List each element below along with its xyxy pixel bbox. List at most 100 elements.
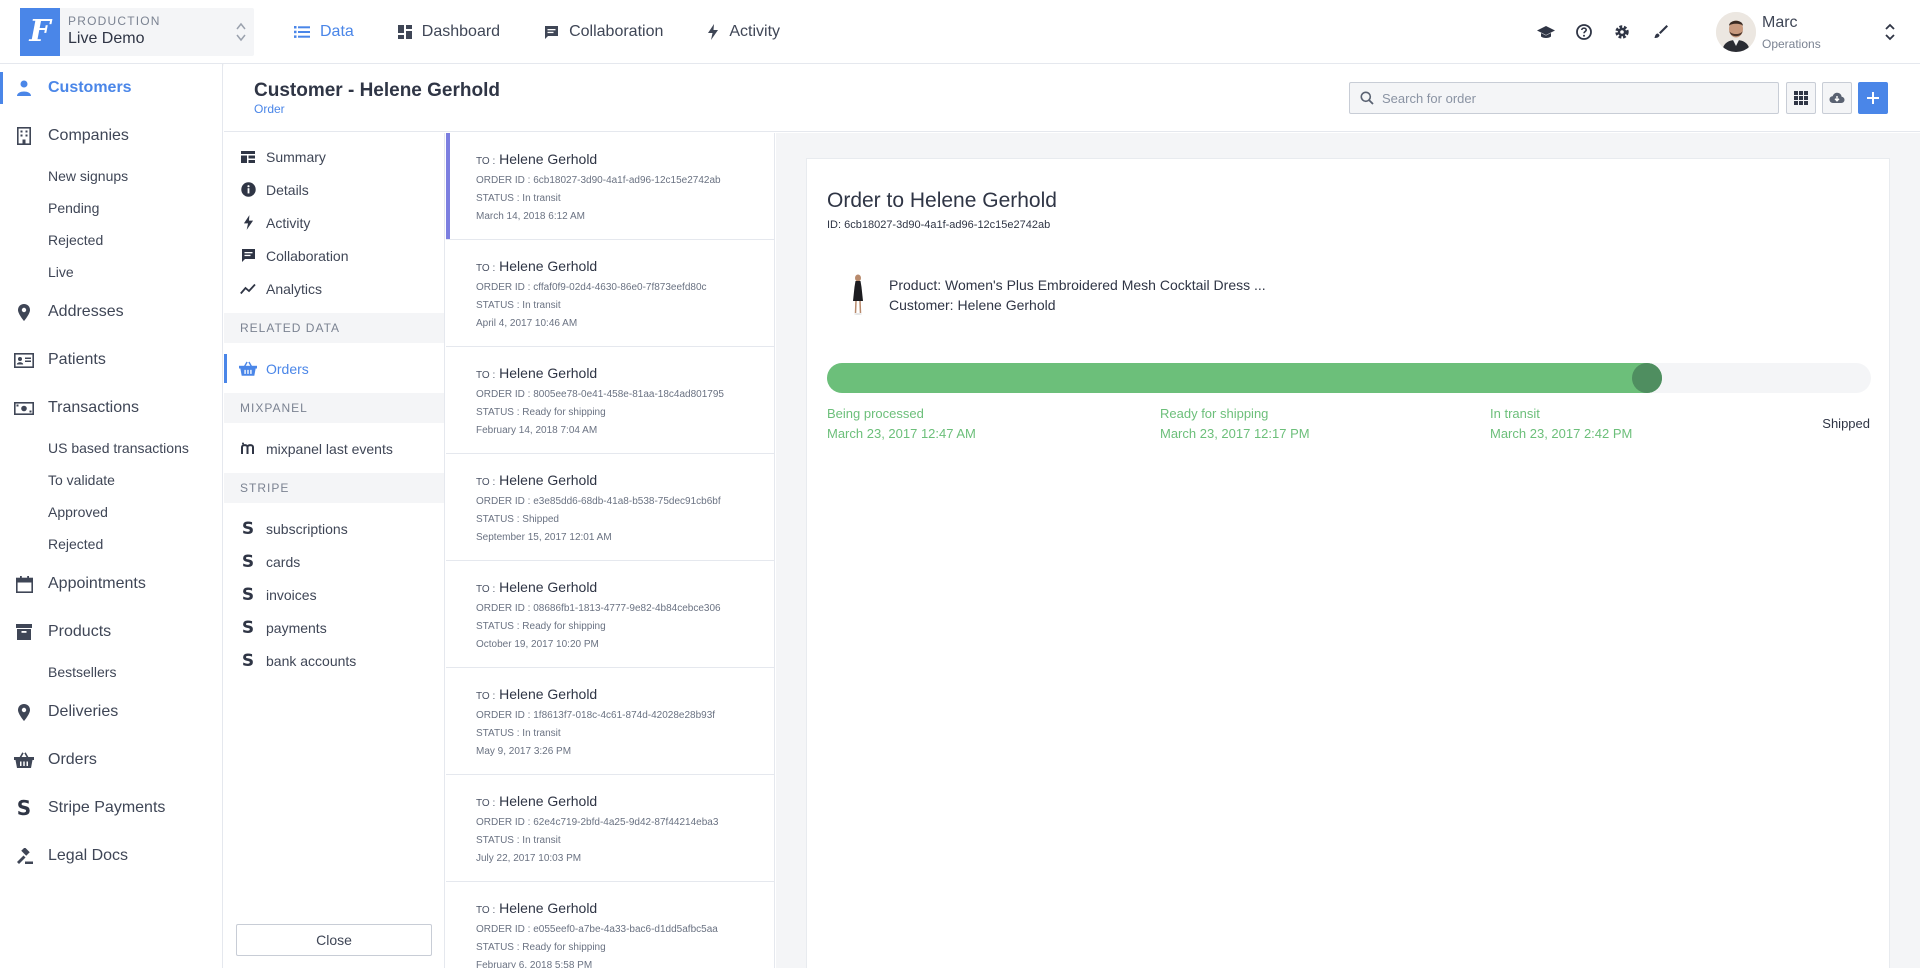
menu-item-cards[interactable]: S cards bbox=[224, 545, 444, 578]
sidebar-subitem-new-signups[interactable]: New signups bbox=[48, 168, 128, 184]
nav-dashboard[interactable]: Dashboard bbox=[397, 0, 500, 64]
nav-data-label: Data bbox=[320, 23, 354, 40]
add-order-button[interactable] bbox=[1858, 82, 1888, 114]
list-item[interactable]: TO : Helene Gerhold ORDER ID : 08686fb1-… bbox=[446, 561, 774, 668]
order-recipient: TO : Helene Gerhold bbox=[476, 793, 597, 809]
dashboard-icon bbox=[397, 25, 422, 39]
menu-item-details[interactable]: Details bbox=[224, 173, 444, 206]
order-recipient: TO : Helene Gerhold bbox=[476, 472, 597, 488]
project-environment: PRODUCTION bbox=[68, 14, 161, 28]
menu-item-activity[interactable]: Activity bbox=[224, 206, 444, 239]
sidebar-item-stripe-payments[interactable]: S Stripe Payments bbox=[0, 788, 222, 828]
section-stripe: STRIPE bbox=[224, 473, 444, 503]
order-status: STATUS : In transit bbox=[476, 728, 561, 739]
gear-icon[interactable] bbox=[1612, 22, 1632, 42]
sidebar-item-label: Transactions bbox=[48, 399, 139, 416]
recipient-name: Helene Gerhold bbox=[499, 793, 598, 809]
list-item[interactable]: TO : Helene Gerhold ORDER ID : 1f8613f7-… bbox=[446, 668, 774, 775]
sidebar-subitem-us-based-transactions[interactable]: US based transactions bbox=[48, 440, 189, 456]
order-date: February 6, 2018 5:58 PM bbox=[476, 960, 593, 968]
menu-item-payments[interactable]: S payments bbox=[224, 611, 444, 644]
step-label: In transit bbox=[1490, 406, 1540, 421]
download-button[interactable] bbox=[1822, 82, 1852, 114]
sort-arrows-icon bbox=[236, 20, 246, 44]
list-item[interactable]: TO : Helene Gerhold ORDER ID : e055eef0-… bbox=[446, 882, 774, 968]
page-header: Customer - Helene Gerhold Order bbox=[224, 64, 1920, 132]
recipient-name: Helene Gerhold bbox=[499, 900, 598, 916]
chat-icon bbox=[544, 25, 569, 40]
sidebar-item-label: Stripe Payments bbox=[48, 799, 166, 816]
trend-icon bbox=[224, 283, 266, 295]
brush-icon[interactable] bbox=[1650, 22, 1670, 42]
menu-item-subscriptions[interactable]: S subscriptions bbox=[224, 512, 444, 545]
order-list: TO : Helene Gerhold ORDER ID : 6cb18027-… bbox=[446, 133, 775, 968]
recipient-name: Helene Gerhold bbox=[499, 579, 598, 595]
sidebar-subitem-bestsellers[interactable]: Bestsellers bbox=[48, 664, 116, 680]
recipient-name: Helene Gerhold bbox=[499, 151, 598, 167]
basket-icon bbox=[0, 752, 48, 768]
nav-collaboration[interactable]: Collaboration bbox=[544, 0, 663, 64]
money-icon bbox=[0, 401, 48, 415]
menu-item-orders[interactable]: Orders bbox=[224, 352, 444, 385]
sidebar-subitem-rejected[interactable]: Rejected bbox=[48, 232, 103, 248]
to-label: TO : bbox=[476, 477, 496, 488]
graduation-cap-icon[interactable] bbox=[1536, 22, 1556, 42]
list-item[interactable]: TO : Helene Gerhold ORDER ID : 8005ee78-… bbox=[446, 347, 774, 454]
menu-item-mixpanel-events[interactable]: mixpanel last events bbox=[224, 432, 444, 465]
sidebar-subitem-live[interactable]: Live bbox=[48, 264, 74, 280]
user-menu[interactable]: Marc Operations bbox=[1716, 10, 1896, 54]
order-id: ORDER ID : 1f8613f7-018c-4c61-874d-42028… bbox=[476, 710, 716, 721]
grid-icon bbox=[1794, 91, 1808, 105]
list-item[interactable]: TO : Helene Gerhold ORDER ID : e3e85dd6-… bbox=[446, 454, 774, 561]
section-related-data: RELATED DATA bbox=[224, 313, 444, 343]
help-icon[interactable] bbox=[1574, 22, 1594, 42]
sidebar-subitem-pending[interactable]: Pending bbox=[48, 200, 99, 216]
grid-view-button[interactable] bbox=[1786, 82, 1816, 114]
sidebar-item-deliveries[interactable]: Deliveries bbox=[0, 692, 222, 732]
person-icon bbox=[0, 80, 48, 96]
top-icons bbox=[1536, 22, 1688, 42]
menu-item-summary[interactable]: Summary bbox=[224, 140, 444, 173]
sidebar-subitem-rejected[interactable]: Rejected bbox=[48, 536, 103, 552]
order-id: ID: 6cb18027-3d90-4a1f-ad96-12c15e2742ab bbox=[827, 219, 1051, 231]
chat-icon bbox=[224, 248, 266, 263]
recipient-name: Helene Gerhold bbox=[499, 365, 598, 381]
menu-item-invoices[interactable]: S invoices bbox=[224, 578, 444, 611]
order-status: STATUS : In transit bbox=[476, 835, 561, 846]
menu-item-collaboration[interactable]: Collaboration bbox=[224, 239, 444, 272]
sidebar-subitem-to-validate[interactable]: To validate bbox=[48, 472, 115, 488]
sidebar-item-label: Addresses bbox=[48, 303, 124, 320]
order-recipient: TO : Helene Gerhold bbox=[476, 686, 597, 702]
order-date: April 4, 2017 10:46 AM bbox=[476, 318, 578, 329]
list-item[interactable]: TO : Helene Gerhold ORDER ID : 6cb18027-… bbox=[446, 133, 774, 240]
close-button[interactable]: Close bbox=[236, 924, 432, 956]
menu-item-bank-accounts[interactable]: S bank accounts bbox=[224, 644, 444, 677]
search-input[interactable] bbox=[1382, 83, 1772, 113]
sidebar-item-label: Companies bbox=[48, 127, 129, 144]
sidebar-item-companies[interactable]: Companies bbox=[0, 116, 222, 156]
sidebar-item-transactions[interactable]: Transactions bbox=[0, 388, 222, 428]
sidebar-item-customers[interactable]: Customers bbox=[0, 68, 222, 108]
sidebar-item-addresses[interactable]: Addresses bbox=[0, 292, 222, 332]
info-icon bbox=[224, 182, 266, 197]
summary-icon bbox=[224, 150, 266, 163]
nav-data[interactable]: Data bbox=[294, 0, 354, 64]
sidebar-item-patients[interactable]: Patients bbox=[0, 340, 222, 380]
list-item[interactable]: TO : Helene Gerhold ORDER ID : 62e4c719-… bbox=[446, 775, 774, 882]
sidebar-item-appointments[interactable]: Appointments bbox=[0, 564, 222, 604]
sidebar-item-orders[interactable]: Orders bbox=[0, 740, 222, 780]
order-id: ORDER ID : e3e85dd6-68db-41a8-b538-75dec… bbox=[476, 496, 721, 507]
sidebar-subitem-approved[interactable]: Approved bbox=[48, 504, 108, 520]
menu-item-analytics[interactable]: Analytics bbox=[224, 272, 444, 305]
recipient-name: Helene Gerhold bbox=[499, 686, 598, 702]
menu-item-label: payments bbox=[266, 619, 327, 636]
top-navigation: Data Dashboard Collaboration Activity bbox=[294, 0, 824, 64]
project-selector[interactable]: F PRODUCTION Live Demo bbox=[20, 8, 254, 56]
order-detail-panel: Order to Helene Gerhold ID: 6cb18027-3d9… bbox=[776, 133, 1920, 968]
nav-activity[interactable]: Activity bbox=[707, 0, 780, 64]
sidebar-item-legal-docs[interactable]: Legal Docs bbox=[0, 836, 222, 876]
list-item[interactable]: TO : Helene Gerhold ORDER ID : cffaf0f9-… bbox=[446, 240, 774, 347]
step-label: Being processed bbox=[827, 406, 924, 421]
step-being-processed: Being processed March 23, 2017 12:47 AM bbox=[827, 406, 976, 441]
sidebar-item-products[interactable]: Products bbox=[0, 612, 222, 652]
